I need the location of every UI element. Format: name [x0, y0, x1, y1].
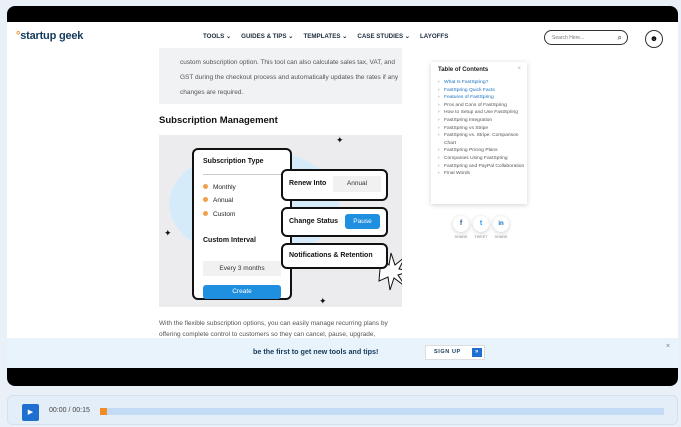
toc-item[interactable]: Companies Using FastSpring: [438, 155, 527, 163]
banner-close-icon[interactable]: ×: [666, 343, 670, 350]
section-heading: Subscription Management: [159, 115, 278, 126]
play-icon[interactable]: ▶: [22, 404, 39, 421]
renew-label: Renew Into: [289, 180, 327, 187]
twitter-icon[interactable]: t: [473, 216, 489, 232]
change-status-card: Change Status Pause: [281, 207, 388, 237]
toc-item[interactable]: What Is FastSpring?: [438, 79, 527, 87]
search-input[interactable]: Search Here... ⌕: [544, 30, 628, 45]
share-facebook[interactable]: f SHARE: [450, 216, 472, 239]
notifications-card: Notifications & Retention: [281, 243, 388, 269]
toc-item[interactable]: FastSpring Pricing Plans: [438, 147, 527, 155]
renew-card: Renew Into Annual: [281, 169, 388, 201]
option-custom: Custom: [203, 211, 235, 218]
notifications-label: Notifications & Retention: [289, 252, 373, 259]
signup-banner: be the first to get new tools and tips! …: [7, 338, 678, 368]
renew-value: Annual: [333, 176, 381, 192]
progress-track[interactable]: [100, 408, 664, 415]
menu-item-case-studies[interactable]: CASE STUDIES ⌄: [357, 33, 410, 40]
interval-value: Every 3 months: [203, 261, 281, 276]
banner-message: be the first to get new tools and tips!: [253, 347, 379, 356]
toc-item[interactable]: Features of FastSpring: [438, 94, 527, 102]
subscription-type-title: Subscription Type: [203, 158, 264, 165]
share-linkedin[interactable]: in SHARE: [490, 216, 512, 239]
toc-item[interactable]: FastSpring Integration: [438, 117, 527, 125]
webpage-screen: °startup geek TOOLS ⌄ GUIDES & TIPS ⌄ TE…: [7, 22, 678, 368]
facebook-icon[interactable]: f: [453, 216, 469, 232]
toc-item[interactable]: FastSpring and PayPal Collaboration: [438, 163, 527, 171]
search-icon[interactable]: ⌕: [618, 33, 622, 43]
body-paragraph: With the flexible subscription options, …: [159, 320, 388, 338]
toc-item[interactable]: Final Words: [438, 170, 527, 178]
arrow-right-icon[interactable]: »: [472, 348, 482, 357]
menu-item-guides[interactable]: GUIDES & TIPS ⌄: [241, 33, 293, 40]
linkedin-icon[interactable]: in: [493, 216, 509, 232]
sparkle-icon: ✦: [336, 135, 344, 145]
create-button: Create: [203, 285, 281, 299]
option-monthly: Monthly: [203, 184, 236, 191]
toc-list: What Is FastSpring?FastSpring Quick Fact…: [438, 79, 527, 178]
intro-box: custom subscription option. This tool ca…: [159, 48, 402, 104]
subscription-illustration: ✦ ✦ ✦ Subscription Type Monthly Annual C…: [159, 135, 402, 307]
menu-item-templates[interactable]: TEMPLATES ⌄: [303, 33, 347, 40]
menu-item-layoffs[interactable]: LAYOFFS: [420, 33, 448, 40]
site-logo[interactable]: °startup geek: [16, 30, 83, 42]
intro-text: custom subscription option. This tool ca…: [180, 59, 399, 96]
status-label: Change Status: [289, 218, 339, 225]
toc-item[interactable]: How to Setup and Use FastSpring: [438, 109, 527, 117]
progress-knob[interactable]: [100, 408, 107, 415]
toc-title: Table of Contents: [438, 67, 489, 73]
table-of-contents: Table of Contents × What Is FastSpring?F…: [431, 62, 527, 204]
subscription-type-card: Subscription Type Monthly Annual Custom …: [192, 148, 292, 300]
toc-close-icon[interactable]: ×: [517, 66, 521, 72]
toc-item[interactable]: FastSpring vs Stripe: [438, 125, 527, 133]
share-twitter[interactable]: t TWEET: [470, 216, 492, 239]
sign-up-button[interactable]: SIGN UP »: [425, 345, 485, 360]
toc-item[interactable]: Pros and Cons of FastSpring: [438, 102, 527, 110]
main-menu: TOOLS ⌄ GUIDES & TIPS ⌄ TEMPLATES ⌄ CASE…: [203, 33, 448, 40]
divider: [203, 174, 283, 175]
sparkle-icon: ✦: [164, 228, 172, 238]
user-icon[interactable]: ☻: [645, 30, 663, 48]
audio-player: ▶ 00:00 / 00:15: [7, 395, 678, 425]
toc-item[interactable]: FastSpring Quick Facts: [438, 87, 527, 95]
custom-interval-label: Custom Interval: [203, 237, 256, 244]
option-annual: Annual: [203, 197, 233, 204]
toc-item[interactable]: FastSpring vs. Stripe: Comparison Chart: [438, 132, 527, 147]
sparkle-icon: ✦: [319, 296, 327, 306]
menu-item-tools[interactable]: TOOLS ⌄: [203, 33, 231, 40]
time-readout: 00:00 / 00:15: [49, 407, 90, 414]
pause-button: Pause: [345, 214, 380, 229]
